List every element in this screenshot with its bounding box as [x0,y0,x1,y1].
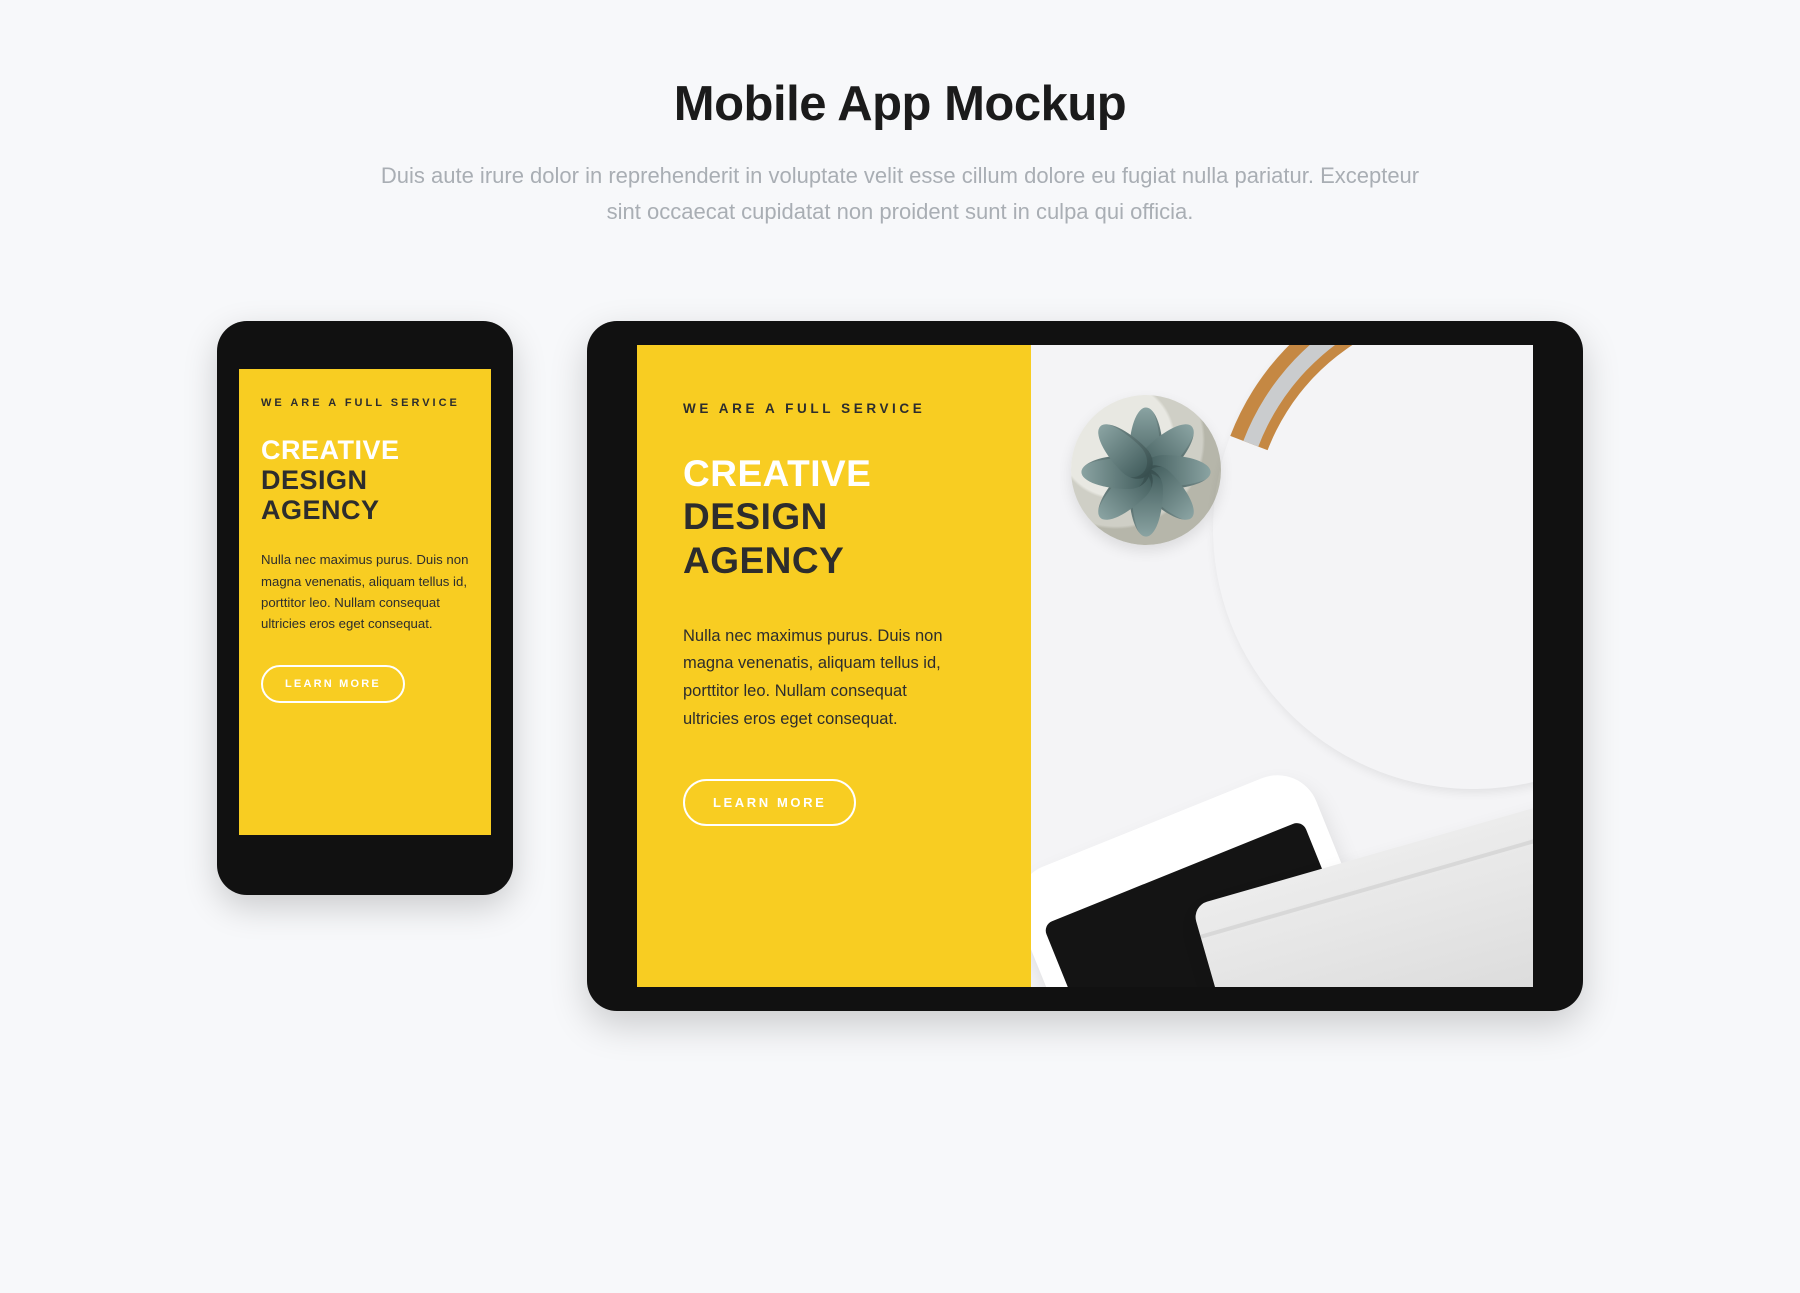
tablet-hero-image [1031,345,1533,987]
page-subtitle: Duis aute irure dolor in reprehenderit i… [375,158,1425,231]
page-title: Mobile App Mockup [0,76,1800,132]
tablet-content-panel: WE ARE A FULL SERVICE CREATIVE DESIGN AG… [637,345,1031,987]
tablet-eyebrow: WE ARE A FULL SERVICE [683,401,991,416]
phone-title-line-1: CREATIVE [261,435,469,465]
tablet-screen: WE ARE A FULL SERVICE CREATIVE DESIGN AG… [637,345,1533,987]
page: Mobile App Mockup Duis aute irure dolor … [0,0,1800,1293]
tablet-title-line-2: DESIGN [683,495,991,539]
tablet-hero-title: CREATIVE DESIGN AGENCY [683,452,991,583]
phone-title-line-2: DESIGN [261,465,469,495]
devices-row: WE ARE A FULL SERVICE CREATIVE DESIGN AG… [0,321,1800,1011]
tablet-learn-more-button[interactable]: LEARN MORE [683,779,856,826]
succulent-plant-icon [1071,395,1221,545]
page-header: Mobile App Mockup Duis aute irure dolor … [0,76,1800,231]
headphones-icon [1213,345,1533,789]
phone-hero-title: CREATIVE DESIGN AGENCY [261,435,469,526]
tablet-body-text: Nulla nec maximus purus. Duis non magna … [683,623,963,734]
phone-eyebrow: WE ARE A FULL SERVICE [261,397,469,409]
phone-learn-more-button[interactable]: LEARN MORE [261,665,405,703]
phone-screen: WE ARE A FULL SERVICE CREATIVE DESIGN AG… [239,369,491,835]
phone-device-frame: WE ARE A FULL SERVICE CREATIVE DESIGN AG… [217,321,513,895]
tablet-title-line-3: AGENCY [683,539,991,583]
tablet-title-line-1: CREATIVE [683,452,991,496]
phone-title-line-3: AGENCY [261,495,469,525]
phone-body-text: Nulla nec maximus purus. Duis non magna … [261,549,469,635]
tablet-device-frame: WE ARE A FULL SERVICE CREATIVE DESIGN AG… [587,321,1583,1011]
desk-scene [1031,345,1533,987]
